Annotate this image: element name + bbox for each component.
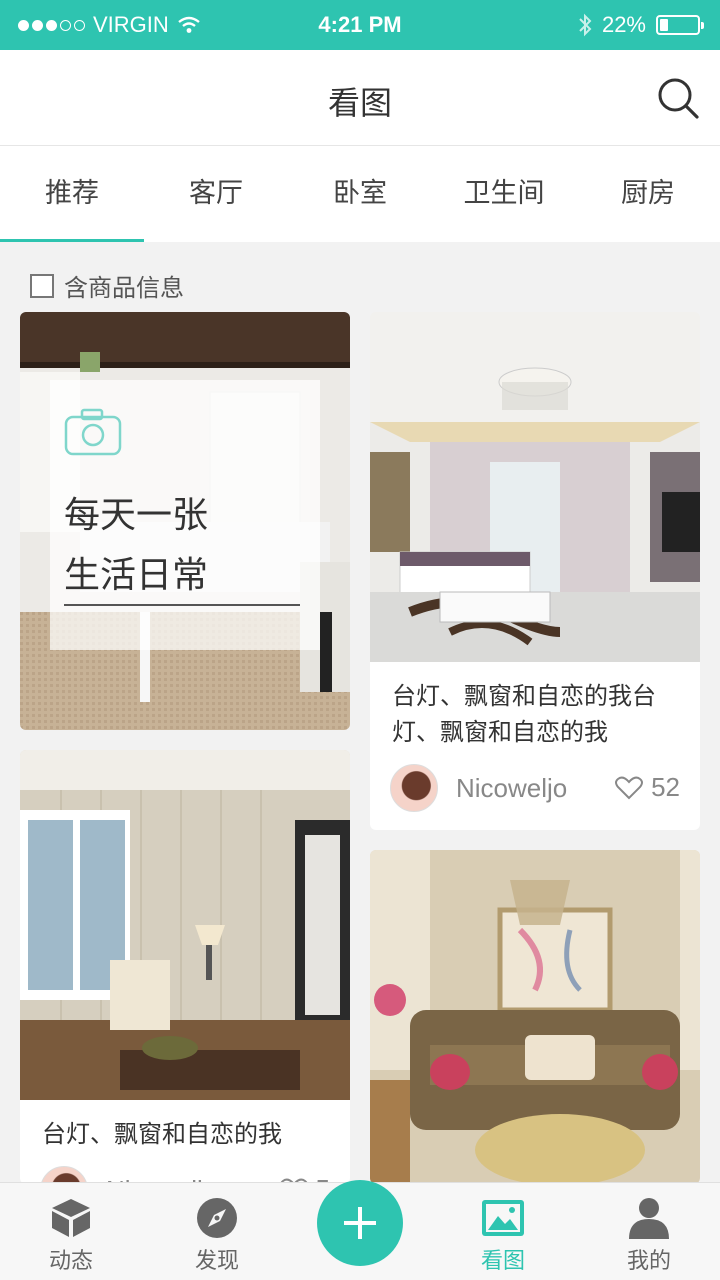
heart-icon <box>615 776 644 799</box>
avatar[interactable] <box>390 764 438 812</box>
daily-overlay: 每天一张 生活日常 <box>50 380 320 650</box>
like-button[interactable]: 52 <box>615 772 680 803</box>
post-caption: 台灯、飘窗和自恋的我 <box>42 1120 282 1148</box>
page-title: 看图 <box>327 84 392 122</box>
tab-profile-label: 我的 <box>626 1249 671 1274</box>
post-card[interactable]: 台灯、飘窗和自恋的我台灯、飘窗和自恋的我 Nicoweljo 52 <box>370 312 700 830</box>
tab-recommended[interactable]: 推荐 <box>0 146 144 242</box>
wifi-icon <box>178 16 200 33</box>
tab-discover[interactable]: 发现 <box>162 1197 272 1275</box>
battery-percent: 22% <box>601 12 646 37</box>
add-button[interactable] <box>317 1180 403 1266</box>
category-tabs: 推荐 客厅 卧室 卫生间 厨房 <box>0 146 720 242</box>
post-card[interactable]: 台灯、飘窗和自恋的我 Nicoweljo 5 <box>20 750 350 1184</box>
status-bar: VIRGIN 4:21 PM 22% <box>0 0 720 50</box>
plus-icon <box>344 1207 376 1239</box>
post-photo <box>370 850 700 1184</box>
tab-living-room[interactable]: 客厅 <box>144 146 288 242</box>
post-photo <box>20 750 350 1100</box>
product-info-checkbox[interactable] <box>30 273 54 298</box>
search-icon[interactable] <box>656 76 700 120</box>
post-author[interactable]: Nicoweljo <box>390 764 567 812</box>
filter-label: 含商品信息 <box>64 274 184 302</box>
camera-icon <box>64 408 122 456</box>
person-icon <box>629 1198 669 1239</box>
feature-line-2: 生活日常 <box>64 555 209 596</box>
divider <box>64 604 300 606</box>
carrier-label: VIRGIN <box>93 12 169 37</box>
tab-kitchen[interactable]: 厨房 <box>576 146 720 242</box>
feature-card[interactable]: 每天一张 生活日常 <box>20 312 350 730</box>
photo-card[interactable] <box>370 850 700 1184</box>
picture-icon <box>482 1200 524 1236</box>
post-caption: 台灯、飘窗和自恋的我台灯、飘窗和自恋的我 <box>392 682 656 746</box>
tab-feed[interactable]: 动态 <box>16 1197 126 1275</box>
bluetooth-icon <box>579 13 592 37</box>
post-photo <box>370 312 700 662</box>
author-name: Nicoweljo <box>456 772 568 803</box>
tab-feed-label: 动态 <box>48 1249 93 1274</box>
cube-icon <box>52 1199 90 1237</box>
tab-gallery[interactable]: 看图 <box>448 1197 558 1275</box>
nav-bar: 看图 <box>0 50 720 146</box>
tab-profile[interactable]: 我的 <box>594 1197 704 1275</box>
product-info-filter[interactable]: 含商品信息 <box>30 268 184 303</box>
like-count: 52 <box>651 772 680 802</box>
tab-gallery-label: 看图 <box>480 1249 525 1274</box>
tab-discover-label: 发现 <box>194 1249 239 1274</box>
signal-icon <box>18 19 85 31</box>
compass-icon <box>197 1198 237 1238</box>
feature-line-1: 每天一张 <box>64 495 209 536</box>
battery-icon <box>656 15 704 35</box>
tab-bedroom[interactable]: 卧室 <box>288 146 432 242</box>
tab-bathroom[interactable]: 卫生间 <box>432 146 576 242</box>
